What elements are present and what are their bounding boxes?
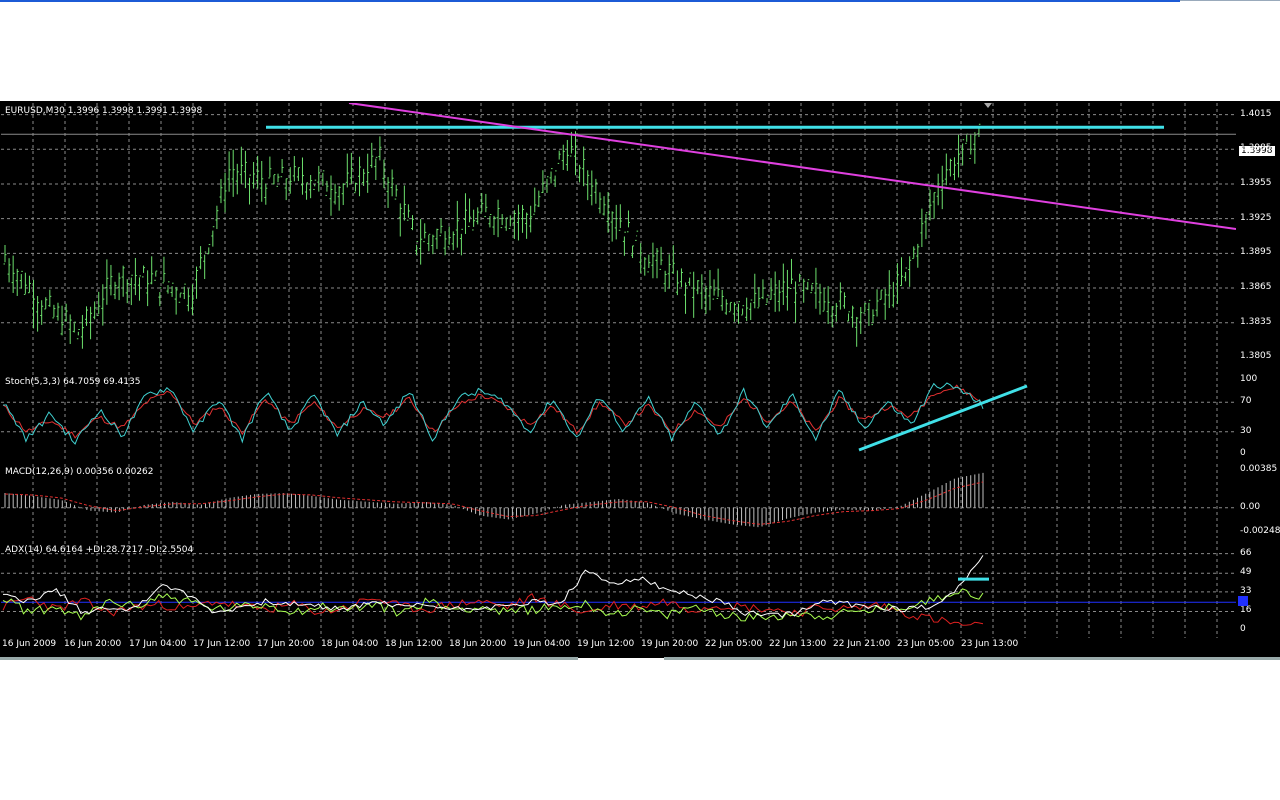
stoch-tick-label: 70 (1240, 396, 1252, 407)
price-tick-label: 1.3835 (1240, 316, 1272, 327)
adx-chart-svg[interactable] (1, 541, 1236, 638)
time-tick-label: 17 Jun 20:00 (257, 639, 315, 649)
macd-signal-line (4, 481, 984, 525)
adx-tick-label: 0 (1240, 624, 1246, 634)
symbol-header: EURUSD,M30 1.3996 1.3998 1.3991 1.3998 (5, 106, 203, 116)
adx-tick-label: 66 (1240, 547, 1252, 558)
price-tick-label: 1.4015 (1240, 108, 1272, 119)
time-tick-label: 16 Jun 2009 (2, 639, 57, 649)
status-divider-left (0, 657, 578, 660)
time-tick-label: 17 Jun 12:00 (193, 639, 251, 649)
adx-tick-label: 16 (1240, 605, 1252, 616)
time-tick-label: 19 Jun 04:00 (513, 639, 571, 649)
stoch-main-line (2, 382, 984, 445)
stoch-tick-label: 0 (1240, 448, 1246, 458)
time-tick-label: 23 Jun 13:00 (961, 639, 1019, 649)
macd-pane[interactable]: MACD(12,26,9) 0.00356 0.00262 (1, 464, 1236, 538)
window-top-border (0, 0, 1180, 2)
time-tick-label: 22 Jun 05:00 (705, 639, 763, 649)
adx-header: ADX(14) 64.6164 +DI:28.7217 -DI:2.5504 (5, 545, 194, 555)
plus-di-line (2, 588, 984, 622)
stoch-header: Stoch(5,3,3) 64.7059 69.4135 (5, 377, 141, 387)
price-tick-label: 1.3865 (1240, 282, 1272, 293)
adx-tick-label: 49 (1240, 567, 1252, 578)
price-tick-label: 1.3925 (1240, 212, 1272, 223)
adx-pane[interactable]: ADX(14) 64.6164 +DI:28.7217 -DI:2.5504 (1, 541, 1236, 638)
stoch-pane[interactable]: Stoch(5,3,3) 64.7059 69.4135 (1, 372, 1236, 462)
shift-marker-icon (984, 103, 992, 108)
macd-tick-label: -0.00248 (1240, 526, 1280, 536)
stoch-trendline (858, 384, 1028, 452)
time-tick-label: 18 Jun 04:00 (321, 639, 379, 649)
macd-header: MACD(12,26,9) 0.00356 0.00262 (5, 467, 154, 477)
price-chart-svg[interactable] (1, 103, 1236, 369)
stoch-signal-line (2, 384, 984, 439)
adx-tick-label: 33 (1240, 585, 1252, 596)
chart-window[interactable]: EURUSD,M30 1.3996 1.3998 1.3991 1.3998 1… (0, 101, 1280, 658)
price-tick-label: 1.3985 (1240, 143, 1272, 154)
status-divider-right (664, 657, 1280, 660)
macd-tick-label: 0.00 (1240, 501, 1261, 512)
price-tick-label: 1.3955 (1240, 177, 1272, 188)
adx-line (3, 555, 984, 619)
time-tick-label: 19 Jun 12:00 (577, 639, 635, 649)
stoch-tick-label: 100 (1240, 374, 1258, 384)
time-tick-label: 16 Jun 20:00 (64, 639, 122, 649)
macd-chart-svg[interactable] (1, 464, 1236, 538)
adx-level-marker (1238, 596, 1248, 607)
time-tick-label: 19 Jun 20:00 (641, 639, 699, 649)
time-tick-label: 23 Jun 05:00 (897, 639, 955, 649)
time-tick-label: 18 Jun 12:00 (385, 639, 443, 649)
time-tick-label: 22 Jun 21:00 (833, 639, 891, 649)
price-pane[interactable]: EURUSD,M30 1.3996 1.3998 1.3991 1.3998 (1, 103, 1236, 369)
window-top-border-right (1180, 0, 1280, 1)
price-tick-label: 1.3805 (1240, 351, 1272, 362)
time-tick-label: 18 Jun 20:00 (449, 639, 507, 649)
time-tick-label: 22 Jun 13:00 (769, 639, 827, 649)
macd-tick-label: 0.00385 (1240, 464, 1278, 474)
stoch-tick-label: 30 (1240, 425, 1252, 436)
time-tick-label: 17 Jun 04:00 (129, 639, 187, 649)
stoch-chart-svg[interactable] (1, 372, 1236, 462)
price-tick-label: 1.3895 (1240, 247, 1272, 258)
